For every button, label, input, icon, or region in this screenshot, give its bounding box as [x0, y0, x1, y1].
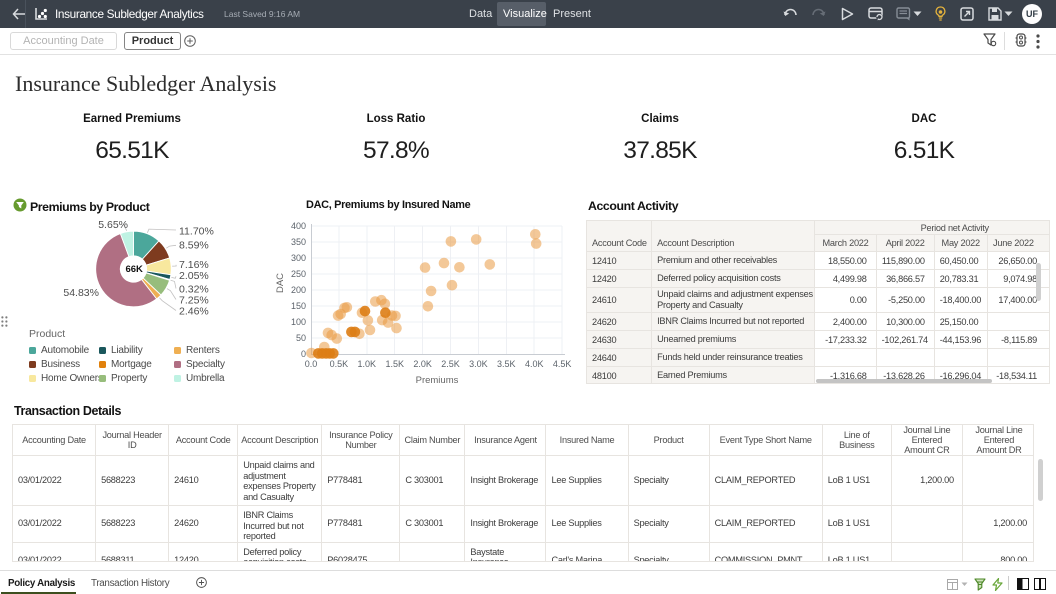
svg-text:5.65%: 5.65%: [98, 219, 128, 231]
svg-text:1.0K: 1.0K: [358, 359, 377, 369]
svg-text:DAC: DAC: [275, 273, 286, 293]
svg-text:1.5K: 1.5K: [385, 359, 404, 369]
svg-text:2.5K: 2.5K: [441, 359, 460, 369]
svg-text:2.46%: 2.46%: [179, 306, 209, 318]
svg-text:0.5K: 0.5K: [330, 359, 349, 369]
svg-text:2.05%: 2.05%: [179, 270, 209, 282]
svg-text:8.59%: 8.59%: [179, 240, 209, 252]
svg-text:250: 250: [291, 269, 306, 279]
svg-text:54.83%: 54.83%: [63, 287, 99, 299]
svg-text:400: 400: [291, 221, 306, 231]
svg-text:2.0K: 2.0K: [413, 359, 432, 369]
svg-text:4.0K: 4.0K: [525, 359, 544, 369]
svg-text:200: 200: [291, 285, 306, 295]
svg-text:100: 100: [291, 317, 306, 327]
svg-text:300: 300: [291, 253, 306, 263]
svg-text:150: 150: [291, 301, 306, 311]
svg-text:50: 50: [296, 333, 306, 343]
svg-text:66K: 66K: [125, 264, 143, 275]
svg-text:Premiums: Premiums: [416, 375, 459, 386]
svg-text:11.70%: 11.70%: [179, 226, 214, 238]
svg-text:350: 350: [291, 237, 306, 247]
svg-text:0: 0: [301, 349, 306, 359]
svg-text:4.5K: 4.5K: [553, 359, 572, 369]
svg-text:3.0K: 3.0K: [469, 359, 488, 369]
svg-text:3.5K: 3.5K: [497, 359, 516, 369]
svg-text:0.0: 0.0: [305, 359, 318, 369]
